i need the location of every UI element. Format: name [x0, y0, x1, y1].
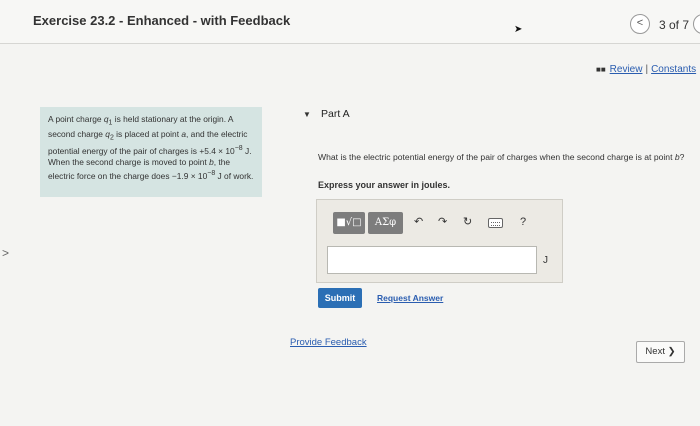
submit-button[interactable]: Submit: [318, 288, 362, 308]
previous-item-button[interactable]: <: [630, 14, 650, 34]
question-mark: ?: [679, 152, 685, 162]
constants-link[interactable]: Constants: [651, 64, 696, 75]
keyboard-icon[interactable]: [488, 218, 503, 228]
request-answer-link[interactable]: Request Answer: [377, 293, 443, 303]
help-icon[interactable]: ?: [520, 214, 526, 230]
part-label[interactable]: Part A: [321, 108, 350, 120]
answer-unit: J: [543, 255, 548, 266]
provide-feedback-link[interactable]: Provide Feedback: [290, 337, 367, 348]
answer-instruction: Express your answer in joules.: [318, 180, 451, 190]
templates-button[interactable]: ■√□: [333, 212, 365, 234]
collapse-part-icon[interactable]: ▼: [303, 110, 311, 119]
book-icon: ■■: [596, 65, 606, 74]
symbols-button[interactable]: ΑΣφ: [368, 212, 403, 234]
problem-text: of work.: [221, 170, 254, 181]
question-body: What is the electric potential energy of…: [318, 152, 675, 162]
mouse-pointer-icon: ➤: [514, 24, 523, 35]
answer-input[interactable]: [327, 246, 537, 274]
page-title: Exercise 23.2 - Enhanced - with Feedback: [33, 13, 291, 28]
undo-icon[interactable]: ↶: [414, 214, 423, 230]
problem-text: A point charge: [48, 114, 104, 124]
work-value: −1.9 × 10: [171, 170, 208, 181]
reset-icon[interactable]: ↻: [463, 214, 472, 230]
review-link[interactable]: Review: [610, 64, 643, 75]
question-text: What is the electric potential energy of…: [318, 152, 700, 163]
problem-text: is placed at point: [113, 128, 182, 139]
link-separator: |: [645, 64, 649, 75]
next-button[interactable]: Next ❯: [636, 341, 685, 363]
answer-panel: ■√□ ΑΣφ ↶ ↷ ↻ ?: [316, 199, 563, 283]
resource-links: ■■ Review | Constants: [596, 64, 696, 75]
energy-value: +5.4 × 10: [199, 146, 235, 157]
page-count: 3 of 7: [659, 18, 690, 32]
problem-statement: A point charge q1 is held stationary at …: [40, 107, 262, 197]
energy-exponent: −8: [234, 145, 243, 153]
chevron-right-icon[interactable]: >: [2, 246, 9, 260]
header-bar: Exercise 23.2 - Enhanced - with Feedback…: [0, 0, 700, 44]
redo-icon[interactable]: ↷: [438, 214, 447, 230]
next-item-button[interactable]: [693, 14, 700, 34]
